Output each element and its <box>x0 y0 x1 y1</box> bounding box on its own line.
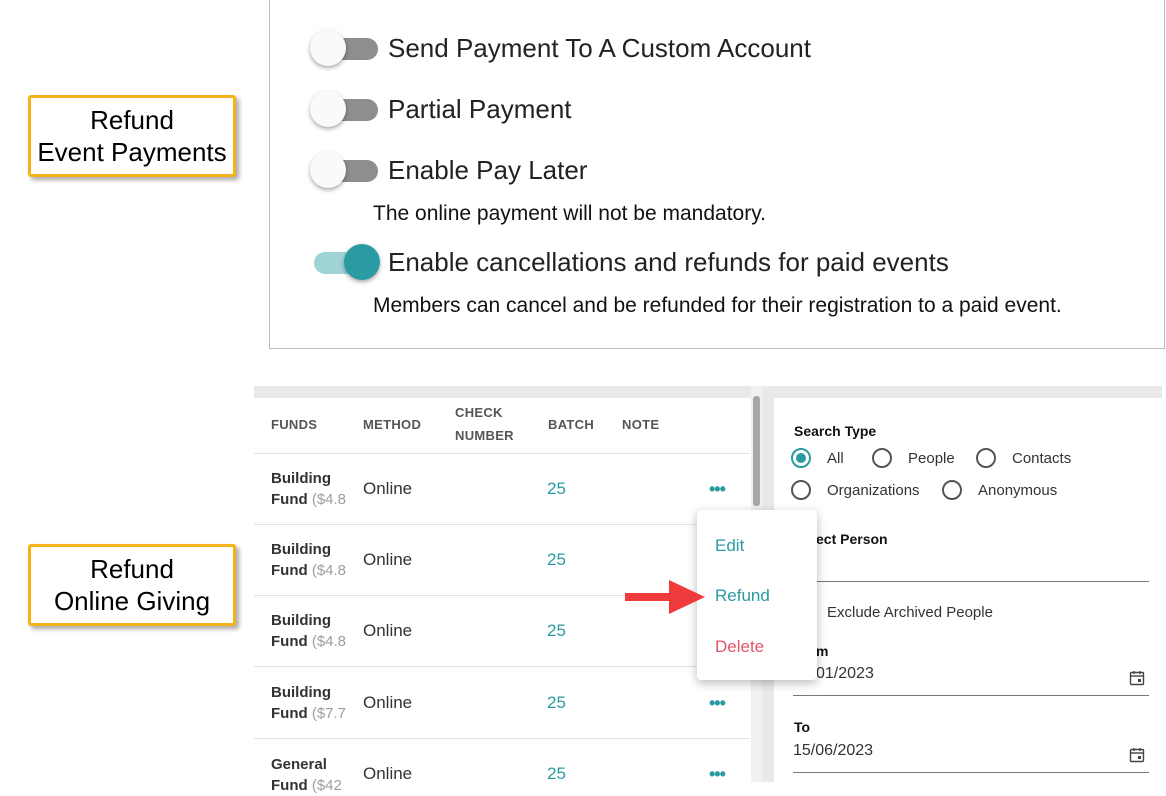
pay-later-toggle[interactable] <box>310 150 380 190</box>
setting-partial-payment: Partial Payment <box>310 89 572 129</box>
radio-people[interactable] <box>872 448 892 468</box>
to-date-label: To <box>794 719 811 735</box>
fund-word: Fund <box>271 633 308 650</box>
method-cell: Online <box>363 764 413 783</box>
callout-line: Refund <box>90 105 174 135</box>
header-line: NUMBER <box>455 428 514 443</box>
batch-link[interactable]: 25 <box>547 693 566 713</box>
fund-name-line: Building <box>271 684 331 701</box>
radio-label-all: All <box>827 450 844 467</box>
search-filter-panel <box>774 386 1162 782</box>
setting-custom-account: Send Payment To A Custom Account <box>310 28 811 68</box>
callout-line: Refund <box>90 554 174 584</box>
method-cell: Online <box>363 693 413 712</box>
fund-word: Fund <box>271 705 308 722</box>
batch-link[interactable]: 25 <box>547 764 566 784</box>
menu-item-edit[interactable]: Edit <box>715 536 744 556</box>
fund-name-line: Building <box>271 470 331 487</box>
select-person-input[interactable] <box>793 581 1149 582</box>
cancellations-description: Members can cancel and be refunded for t… <box>373 294 1062 317</box>
fund-name-line: Fund ($4.8 <box>271 631 351 652</box>
fund-cell: General Fund ($42 <box>271 754 351 796</box>
column-header-note[interactable]: NOTE <box>622 413 659 436</box>
method-cell: Online <box>363 621 413 640</box>
column-header-check-number[interactable]: CHECK NUMBER <box>455 401 514 447</box>
fund-cell: Building Fund ($4.8 <box>271 610 351 652</box>
column-header-method[interactable]: METHOD <box>363 413 421 436</box>
callout-line: Event Payments <box>37 137 227 167</box>
header-divider <box>254 453 750 454</box>
pay-later-description: The online payment will not be mandatory… <box>373 202 766 225</box>
fund-name-line: Fund ($4.8 <box>271 489 351 510</box>
setting-pay-later: Enable Pay Later <box>310 150 587 190</box>
method-cell: Online <box>363 550 413 569</box>
fund-word: Fund <box>271 777 308 794</box>
fund-cell: Building Fund ($4.8 <box>271 539 351 581</box>
callout-line: Online Giving <box>53 586 211 616</box>
table-scrollbar-thumb[interactable] <box>753 396 760 506</box>
fund-word: Fund <box>271 491 308 508</box>
fund-amount: ($42 <box>311 777 342 794</box>
setting-label: Enable cancellations and refunds for pai… <box>388 246 949 277</box>
fund-name-line: Fund ($7.7 <box>271 703 351 724</box>
setting-label: Partial Payment <box>388 93 572 124</box>
fund-cell: Building Fund ($7.7 <box>271 682 351 724</box>
fund-cell: Building Fund ($4.8 <box>271 468 351 510</box>
menu-item-refund[interactable]: Refund <box>715 586 770 606</box>
cancellations-refunds-toggle[interactable] <box>310 242 380 282</box>
to-date-value[interactable]: 15/06/2023 <box>793 742 873 760</box>
batch-link[interactable]: 25 <box>547 479 566 499</box>
calendar-icon[interactable] <box>1129 670 1145 686</box>
row-divider <box>254 524 750 525</box>
fund-name-line: Building <box>271 541 331 558</box>
fund-amount: ($4.8 <box>311 633 347 650</box>
event-payment-settings-panel: Send Payment To A Custom Account Partial… <box>269 0 1165 349</box>
pointer-arrow-icon <box>625 580 705 614</box>
custom-account-toggle[interactable] <box>310 28 380 68</box>
radio-organizations[interactable] <box>791 480 811 500</box>
from-date-value[interactable]: 01/2023 <box>816 665 874 683</box>
batch-link[interactable]: 25 <box>547 621 566 641</box>
to-date-underline <box>793 772 1149 773</box>
setting-label: Enable Pay Later <box>388 154 588 185</box>
method-cell: Online <box>363 479 413 498</box>
fund-name-line: Fund ($42 <box>271 775 351 796</box>
select-person-label: ect Person <box>816 531 888 547</box>
search-type-label: Search Type <box>794 423 877 439</box>
radio-label-organizations: Organizations <box>827 482 920 499</box>
exclude-archived-label[interactable]: Exclude Archived People <box>827 604 993 621</box>
fund-name-line: Building <box>271 612 331 629</box>
header-line: CHECK <box>455 405 503 420</box>
setting-cancellations-refunds: Enable cancellations and refunds for pai… <box>310 242 949 282</box>
from-date-underline <box>793 695 1149 696</box>
callout-refund-event-payments: Refund Event Payments <box>28 95 236 177</box>
fund-amount: ($4.8 <box>311 491 347 508</box>
row-more-menu-icon[interactable]: ••• <box>709 479 726 500</box>
row-divider <box>254 666 750 667</box>
radio-anonymous[interactable] <box>942 480 962 500</box>
radio-label-anonymous: Anonymous <box>978 482 1058 499</box>
radio-all[interactable] <box>791 448 811 468</box>
fund-amount: ($4.8 <box>311 562 347 579</box>
fund-amount: ($7.7 <box>311 705 347 722</box>
setting-label: Send Payment To A Custom Account <box>388 32 811 63</box>
fund-word: Fund <box>271 562 308 579</box>
row-actions-menu: Edit Refund Delete <box>697 510 817 680</box>
menu-item-delete[interactable]: Delete <box>715 637 764 657</box>
partial-payment-toggle[interactable] <box>310 89 380 129</box>
radio-label-people: People <box>908 450 955 467</box>
callout-refund-online-giving: Refund Online Giving <box>28 544 236 626</box>
column-header-funds[interactable]: FUNDS <box>271 413 317 436</box>
radio-contacts[interactable] <box>976 448 996 468</box>
fund-name-line: General <box>271 756 327 773</box>
column-header-batch[interactable]: BATCH <box>548 413 594 436</box>
from-date-label: m <box>816 643 829 659</box>
batch-link[interactable]: 25 <box>547 550 566 570</box>
row-divider <box>254 738 750 739</box>
radio-label-contacts: Contacts <box>1012 450 1072 467</box>
fund-name-line: Fund ($4.8 <box>271 560 351 581</box>
row-more-menu-icon[interactable]: ••• <box>709 693 726 714</box>
calendar-icon[interactable] <box>1129 747 1145 763</box>
